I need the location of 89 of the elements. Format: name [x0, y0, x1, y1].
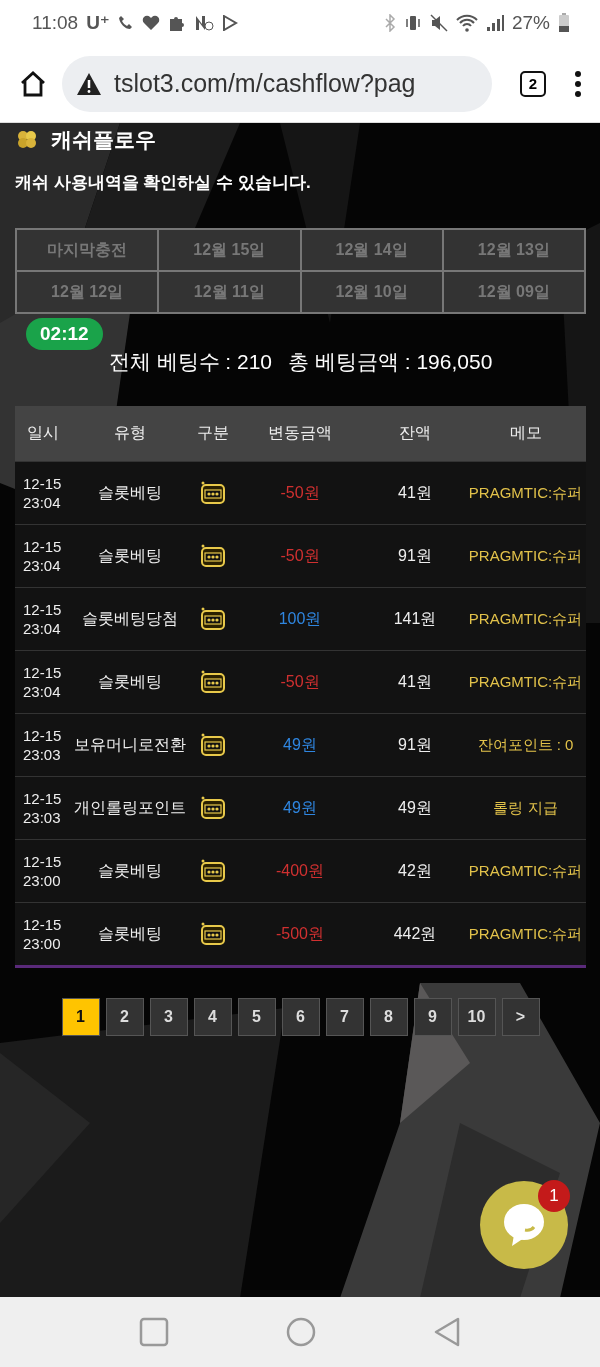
- page-button[interactable]: 9: [413, 998, 452, 1036]
- page-button[interactable]: 8: [369, 998, 408, 1036]
- amount-cell-text: 49원: [283, 797, 317, 818]
- memo-cell: PRAGMTIC:슈퍼: [468, 924, 583, 944]
- amount-cell-text: -50원: [280, 482, 320, 503]
- date-cell-text: 12-15 23:04: [22, 537, 63, 575]
- page-button[interactable]: 4: [193, 998, 232, 1036]
- tab-count-button[interactable]: 2: [520, 70, 546, 97]
- battery-percent: 27%: [511, 11, 550, 34]
- slot-machine-icon: [199, 481, 226, 505]
- mute-icon: [429, 13, 448, 32]
- page-subtitle: 캐쉬 사용내역을 확인하실 수 있습니다.: [15, 172, 312, 194]
- memo-cell: PRAGMTIC:슈퍼: [468, 546, 583, 566]
- column-header: 일시: [25, 423, 60, 443]
- page-button[interactable]: 2: [105, 998, 144, 1036]
- memo-cell: PRAGMTIC:슈퍼: [468, 861, 583, 881]
- play-store-icon: [221, 14, 238, 31]
- type-cell-text: 개인롤링포인트: [74, 797, 186, 818]
- type-cell-text: 슬롯베팅: [98, 545, 162, 566]
- balance-cell-text: 42원: [398, 860, 432, 881]
- date-cell-text: 12-15 23:00: [22, 915, 63, 953]
- memo-cell: PRAGMTIC:슈퍼: [468, 483, 583, 503]
- amount-cell-text: -400원: [276, 860, 324, 881]
- page-title: 캐쉬플로우: [51, 127, 156, 153]
- balance-cell-text: 49원: [398, 797, 432, 818]
- notification-icon: [193, 13, 214, 32]
- slot-machine-icon: [199, 733, 226, 757]
- bluetooth-icon: [383, 13, 396, 32]
- column-header: 변동금액: [267, 423, 333, 443]
- slot-machine-icon: [199, 607, 226, 631]
- total-bet-amount: 총 베팅금액 : 196,050: [288, 349, 493, 375]
- heart-icon: [141, 14, 160, 31]
- type-cell-text: 슬롯베팅: [98, 671, 162, 692]
- page-button[interactable]: 6: [281, 998, 320, 1036]
- type-cell-text: 슬롯베팅당첨: [82, 608, 178, 629]
- carrier-label: U⁺: [86, 11, 110, 34]
- battery-icon: [558, 12, 570, 33]
- warning-icon: [76, 71, 102, 96]
- amount-cell-text: 49원: [283, 734, 317, 755]
- vibrate-icon: [403, 13, 422, 32]
- page-button[interactable]: 10: [457, 998, 496, 1036]
- slot-machine-icon: [199, 544, 226, 568]
- date-cell-text: 12-15 23:04: [22, 474, 63, 512]
- slot-machine-icon: [199, 670, 226, 694]
- url-text: tslot3.com/m/cashflow?pag: [114, 69, 416, 98]
- menu-icon[interactable]: [574, 70, 582, 97]
- balance-cell-text: 91원: [398, 545, 432, 566]
- memo-cell: PRAGMTIC:슈퍼: [468, 672, 583, 692]
- memo-cell: PRAGMTIC:슈퍼: [468, 609, 583, 629]
- chat-bubble-icon: [502, 1203, 546, 1247]
- balance-cell-text: 141원: [393, 608, 437, 629]
- total-bet-count: 전체 베팅수 : 210: [108, 349, 273, 375]
- type-cell-text: 보유머니로전환: [74, 734, 186, 755]
- balance-cell-text: 442원: [393, 923, 437, 944]
- balance-cell-text: 41원: [398, 671, 432, 692]
- address-bar[interactable]: tslot3.com/m/cashflow?pag: [62, 55, 492, 112]
- type-cell-text: 슬롯베팅: [98, 482, 162, 503]
- slot-machine-icon: [199, 796, 226, 820]
- date-cell-text: 12-15 23:03: [22, 726, 63, 764]
- date-cell-text: 12-15 23:04: [22, 663, 63, 701]
- date-cell-text: 12-15 23:04: [22, 600, 63, 638]
- slot-machine-icon: [199, 859, 226, 883]
- column-header: 잔액: [398, 423, 432, 443]
- amount-cell-text: 100원: [278, 608, 322, 629]
- type-cell-text: 슬롯베팅: [98, 923, 162, 944]
- wifi-icon: [455, 13, 478, 32]
- balance-cell-text: 41원: [398, 482, 432, 503]
- column-header: 구분: [195, 423, 230, 443]
- type-cell-text: 슬롯베팅: [98, 860, 162, 881]
- memo-cell: 롤링 지급: [493, 798, 558, 818]
- date-cell-text: 12-15 23:03: [22, 789, 63, 827]
- clock: 11:08: [32, 11, 79, 34]
- page-button[interactable]: 1: [61, 998, 100, 1036]
- page-button[interactable]: 7: [325, 998, 364, 1036]
- page-button[interactable]: >: [501, 998, 540, 1036]
- memo-cell: 잔여포인트 : 0: [477, 735, 574, 755]
- column-header: 유형: [113, 423, 147, 443]
- column-header: 메모: [508, 423, 543, 443]
- signal-icon: [485, 13, 504, 32]
- page-button[interactable]: 3: [149, 998, 188, 1036]
- slot-machine-icon: [199, 922, 226, 946]
- balance-cell-text: 91원: [398, 734, 432, 755]
- page-button[interactable]: 5: [237, 998, 276, 1036]
- amount-cell-text: -500원: [276, 923, 324, 944]
- amount-cell-text: -50원: [280, 545, 320, 566]
- date-cell-text: 12-15 23:00: [22, 852, 63, 890]
- timer-badge: 02:12: [26, 318, 103, 350]
- phone-icon: [117, 14, 134, 31]
- amount-cell-text: -50원: [280, 671, 320, 692]
